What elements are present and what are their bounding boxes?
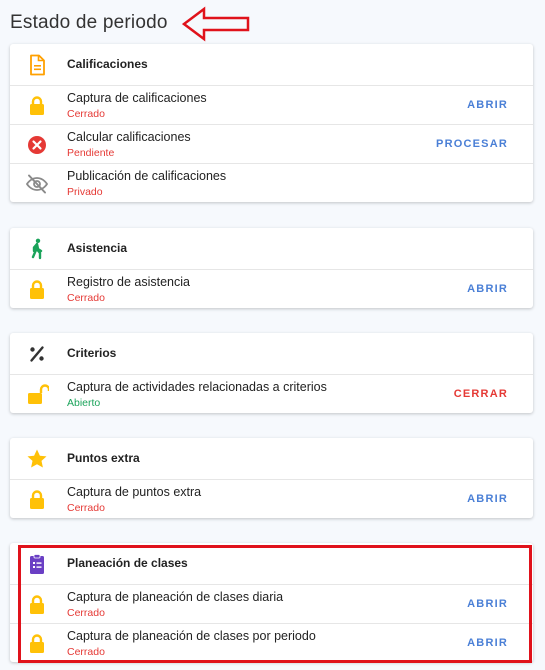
section-header: Criterios bbox=[10, 333, 533, 375]
document-icon bbox=[30, 54, 45, 76]
item-label: Captura de planeación de clases por peri… bbox=[67, 629, 316, 643]
section-asistencia: Asistencia Registro de asistencia Cerrad… bbox=[10, 228, 533, 308]
list-item: Captura de puntos extra Cerrado ABRIR bbox=[10, 480, 533, 518]
abrir-button[interactable]: ABRIR bbox=[467, 99, 508, 111]
list-item: Captura de planeación de clases diaria C… bbox=[10, 585, 533, 624]
lock-open-icon bbox=[28, 384, 49, 404]
lock-icon bbox=[30, 280, 44, 299]
section-header: Calificaciones bbox=[10, 44, 533, 86]
page-title: Estado de periodo bbox=[10, 12, 168, 33]
procesar-button[interactable]: PROCESAR bbox=[436, 138, 508, 150]
list-item: Calcular calificaciones Pendiente PROCES… bbox=[10, 125, 533, 164]
section-title: Puntos extra bbox=[67, 451, 140, 465]
status-text: Cerrado bbox=[67, 607, 105, 619]
item-label: Captura de actividades relacionadas a cr… bbox=[67, 380, 327, 394]
section-planeacion-clases: Planeación de clases Captura de planeaci… bbox=[10, 543, 533, 662]
status-text: Abierto bbox=[67, 397, 101, 409]
section-header: Planeación de clases bbox=[10, 543, 533, 585]
status-text: Pendiente bbox=[67, 147, 115, 159]
status-text: Privado bbox=[67, 186, 103, 198]
error-icon bbox=[28, 136, 46, 154]
percent-icon bbox=[30, 346, 44, 362]
section-header: Asistencia bbox=[10, 228, 533, 270]
list-item: Publicación de calificaciones Privado bbox=[10, 164, 533, 202]
item-label: Publicación de calificaciones bbox=[67, 169, 227, 183]
section-title: Calificaciones bbox=[67, 57, 148, 71]
status-text: Cerrado bbox=[67, 292, 105, 304]
walking-icon bbox=[31, 238, 43, 260]
lock-icon bbox=[30, 96, 44, 115]
section-title: Planeación de clases bbox=[67, 556, 188, 570]
section-calificaciones: Calificaciones Captura de calificaciones… bbox=[10, 44, 533, 202]
abrir-button[interactable]: ABRIR bbox=[467, 598, 508, 610]
lock-icon bbox=[30, 634, 44, 653]
abrir-button[interactable]: ABRIR bbox=[467, 493, 508, 505]
eye-off-icon bbox=[25, 174, 49, 194]
status-text: Cerrado bbox=[67, 502, 105, 514]
item-label: Registro de asistencia bbox=[67, 275, 190, 289]
lock-icon bbox=[30, 490, 44, 509]
list-item: Captura de calificaciones Cerrado ABRIR bbox=[10, 86, 533, 125]
clipboard-icon bbox=[30, 554, 44, 574]
section-title: Criterios bbox=[67, 346, 117, 360]
section-title: Asistencia bbox=[67, 241, 128, 255]
item-label: Captura de puntos extra bbox=[67, 485, 202, 499]
list-item: Registro de asistencia Cerrado ABRIR bbox=[10, 270, 533, 308]
abrir-button[interactable]: ABRIR bbox=[467, 283, 508, 295]
item-label: Calcular calificaciones bbox=[67, 130, 191, 144]
section-puntos-extra: Puntos extra Captura de puntos extra Cer… bbox=[10, 438, 533, 518]
section-header: Puntos extra bbox=[10, 438, 533, 480]
item-label: Captura de calificaciones bbox=[67, 91, 207, 105]
section-criterios: Criterios Captura de actividades relacio… bbox=[10, 333, 533, 413]
star-icon bbox=[27, 449, 47, 468]
status-text: Cerrado bbox=[67, 646, 105, 658]
status-text: Cerrado bbox=[67, 108, 105, 120]
abrir-button[interactable]: ABRIR bbox=[467, 637, 508, 649]
cerrar-button[interactable]: CERRAR bbox=[454, 388, 508, 400]
arrow-left-annotation bbox=[182, 6, 250, 42]
list-item: Captura de actividades relacionadas a cr… bbox=[10, 375, 533, 413]
lock-icon bbox=[30, 595, 44, 614]
item-label: Captura de planeación de clases diaria bbox=[67, 590, 284, 604]
list-item: Captura de planeación de clases por peri… bbox=[10, 624, 533, 662]
